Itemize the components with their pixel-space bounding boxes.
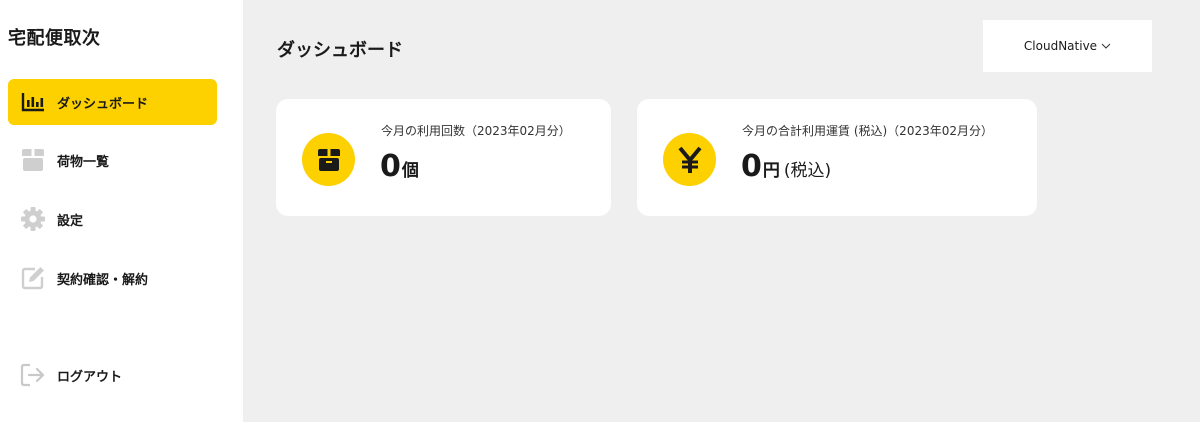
sidebar: 宅配便取次 ダッシュボード 荷物一覧 設定 契約確認・解約 ログアウト xyxy=(0,0,243,422)
sidebar-item-settings[interactable]: 設定 xyxy=(8,196,217,242)
card-value: 0円 (税込) xyxy=(741,149,831,184)
total-fare-unit: 円 xyxy=(762,161,780,181)
card-label: 今月の利用回数（2023年02月分） xyxy=(381,124,571,138)
total-fare-value: 0 xyxy=(741,149,762,184)
chevron-down-icon xyxy=(1101,43,1111,49)
sidebar-item-dashboard[interactable]: ダッシュボード xyxy=(8,79,217,125)
sidebar-item-contract[interactable]: 契約確認・解約 xyxy=(8,255,217,301)
tax-included-note: (税込) xyxy=(783,161,832,181)
usage-count-unit: 個 xyxy=(401,161,419,181)
logout-button[interactable]: ログアウト xyxy=(8,352,217,398)
account-menu-button[interactable]: CloudNative xyxy=(983,20,1152,72)
logout-icon xyxy=(20,363,46,387)
page-title: ダッシュボード xyxy=(277,40,403,61)
card-value: 0個 xyxy=(380,149,419,184)
bar-chart-icon xyxy=(20,90,46,114)
sidebar-item-label: 荷物一覧 xyxy=(57,154,110,170)
sidebar-item-label: 契約確認・解約 xyxy=(57,272,149,288)
edit-icon xyxy=(20,266,46,290)
sidebar-item-label: 設定 xyxy=(57,213,84,229)
package-icon xyxy=(302,133,355,186)
yen-icon xyxy=(663,133,716,186)
package-box-icon xyxy=(20,148,46,172)
account-name: CloudNative xyxy=(1023,39,1098,53)
usage-count-value: 0 xyxy=(380,149,401,184)
total-fare-card: 今月の合計利用運賃 (税込)（2023年02月分） 0円 (税込) xyxy=(637,99,1037,216)
logout-label: ログアウト xyxy=(57,369,123,385)
card-label: 今月の合計利用運賃 (税込)（2023年02月分） xyxy=(742,124,993,138)
app-title: 宅配便取次 xyxy=(8,28,101,49)
gear-icon xyxy=(20,207,46,231)
sidebar-item-packages[interactable]: 荷物一覧 xyxy=(8,137,217,183)
main-content: ダッシュボード CloudNative 今月の利用回数（2023年02月分） 0… xyxy=(243,0,1200,422)
usage-count-card: 今月の利用回数（2023年02月分） 0個 xyxy=(276,99,611,216)
sidebar-item-label: ダッシュボード xyxy=(57,96,149,112)
